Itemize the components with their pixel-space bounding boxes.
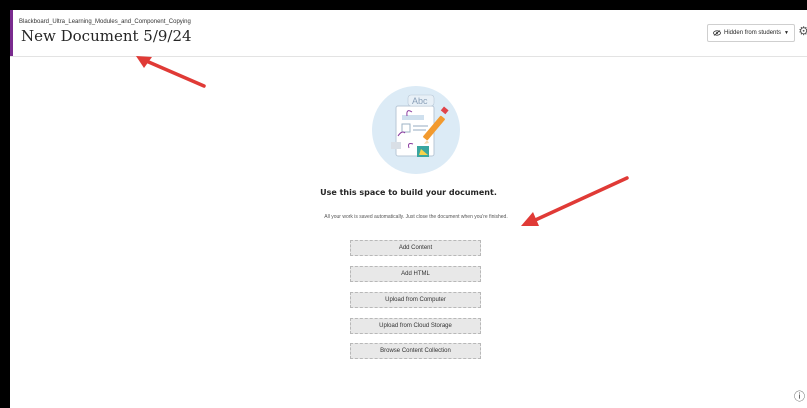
empty-state-subtext: All your work is saved automatically. Ju… xyxy=(324,214,508,220)
help-icon[interactable]: ⓘ xyxy=(794,388,805,404)
annotation-arrow-title xyxy=(136,56,206,88)
add-html-button[interactable]: Add HTML xyxy=(350,266,481,282)
add-content-button[interactable]: Add Content xyxy=(350,240,481,256)
upload-from-cloud-storage-button[interactable]: Upload from Cloud Storage xyxy=(350,318,481,334)
document-editor-window: Blackboard_Ultra_Learning_Modules_and_Co… xyxy=(10,10,807,408)
breadcrumb[interactable]: Blackboard_Ultra_Learning_Modules_and_Co… xyxy=(19,19,191,25)
page-title[interactable]: New Document 5/9/24 xyxy=(21,27,192,45)
empty-state-heading: Use this space to build your document. xyxy=(320,188,497,197)
annotation-arrow-subtext xyxy=(521,176,629,226)
eye-slash-icon xyxy=(713,30,721,36)
visibility-dropdown[interactable]: Hidden from students ▼ xyxy=(707,24,795,42)
chevron-down-icon: ▼ xyxy=(784,30,789,36)
gear-icon[interactable]: ⚙ xyxy=(798,24,807,38)
visibility-label: Hidden from students xyxy=(724,30,782,36)
upload-from-computer-button[interactable]: Upload from Computer xyxy=(350,292,481,308)
illustration-text: Abc xyxy=(412,96,428,106)
accent-bar xyxy=(10,10,13,56)
document-header: Blackboard_Ultra_Learning_Modules_and_Co… xyxy=(10,10,807,57)
document-illustration: Abc xyxy=(372,86,460,174)
browse-content-collection-button[interactable]: Browse Content Collection xyxy=(350,343,481,359)
